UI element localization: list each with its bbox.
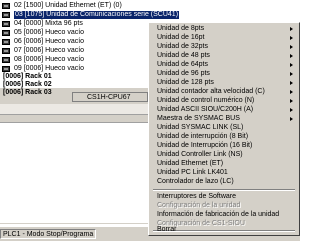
submenu-arrow-icon — [290, 27, 293, 31]
submenu-arrow-icon — [290, 63, 293, 67]
menu-separator — [153, 189, 295, 191]
submenu-arrow-icon — [290, 117, 293, 121]
cpu-label: CS1H-CPU67 — [72, 92, 148, 102]
menu-item-software-switches[interactable]: Interruptores de Software — [151, 193, 297, 201]
menu-item-interrupt-8bit[interactable]: Unidad de interrupción (8 Bit) — [151, 133, 297, 141]
status-mode: PLC1 - Modo Stop/Programa — [0, 229, 96, 239]
unit-icon — [2, 48, 10, 54]
unit-icon — [2, 21, 10, 27]
menu-item-high-speed-counter[interactable]: Unidad contador alta velocidad (C) — [151, 88, 297, 96]
menu-item-delete[interactable]: Borrar — [151, 226, 297, 234]
lower-panel — [0, 122, 148, 223]
menu-item-numeric-control[interactable]: Unidad de control numérico (N) — [151, 97, 297, 105]
menu-item-sysmac-bus-master[interactable]: Maestra de SYSMAC BUS — [151, 115, 297, 123]
submenu-arrow-icon — [290, 90, 293, 94]
submenu-arrow-icon — [290, 54, 293, 58]
menu-item-interrupt-16bit[interactable]: Unidad de Interrupción (16 Bit) — [151, 142, 297, 150]
unit-icon — [2, 39, 10, 45]
submenu-arrow-icon — [290, 45, 293, 49]
menu-item-16pt[interactable]: Unidad de 16pt — [151, 34, 297, 42]
submenu-arrow-icon — [290, 108, 293, 112]
submenu-arrow-icon — [290, 72, 293, 76]
menu-item-32pts[interactable]: Unidad de 32pts — [151, 43, 297, 51]
unit-icon — [2, 30, 10, 36]
menu-item-pc-link[interactable]: Unidad PC Link LK401 — [151, 169, 297, 177]
menu-item-96pts[interactable]: Unidad de 96 pts — [151, 70, 297, 78]
menu-item-ascii-siou[interactable]: Unidad ASCII SIOU/C200H (A) — [151, 106, 297, 114]
menu-item-controller-link[interactable]: Unidad Controller Link (NS) — [151, 151, 297, 159]
submenu-arrow-icon — [290, 81, 293, 85]
panel-divider — [0, 104, 148, 115]
unit-icon — [2, 3, 10, 9]
menu-item-manufacturing-info[interactable]: Información de fabricación de la unidad — [151, 211, 297, 219]
menu-item-loop-controller[interactable]: Controlador de lazo (LC) — [151, 178, 297, 186]
unit-icon — [2, 12, 10, 18]
submenu-arrow-icon — [290, 99, 293, 103]
menu-item-sysmac-link[interactable]: Unidad SYSMAC LINK (SL) — [151, 124, 297, 132]
unit-icon — [2, 57, 10, 63]
submenu-arrow-icon — [290, 36, 293, 40]
menu-item-8pts[interactable]: Unidad de 8pts — [151, 25, 297, 33]
menu-item-ethernet[interactable]: Unidad Ethernet (ET) — [151, 160, 297, 168]
unit-icon — [2, 66, 10, 72]
menu-item-64pts[interactable]: Unidad de 64pts — [151, 61, 297, 69]
menu-item-48pts[interactable]: Unidad de 48 pts — [151, 52, 297, 60]
menu-item-128pts[interactable]: Unidad de 128 pts — [151, 79, 297, 87]
menu-item-unit-config: Configuración de la unidad — [157, 202, 241, 209]
context-menu: Unidad de 8pts Unidad de 16pt Unidad de … — [148, 22, 300, 236]
